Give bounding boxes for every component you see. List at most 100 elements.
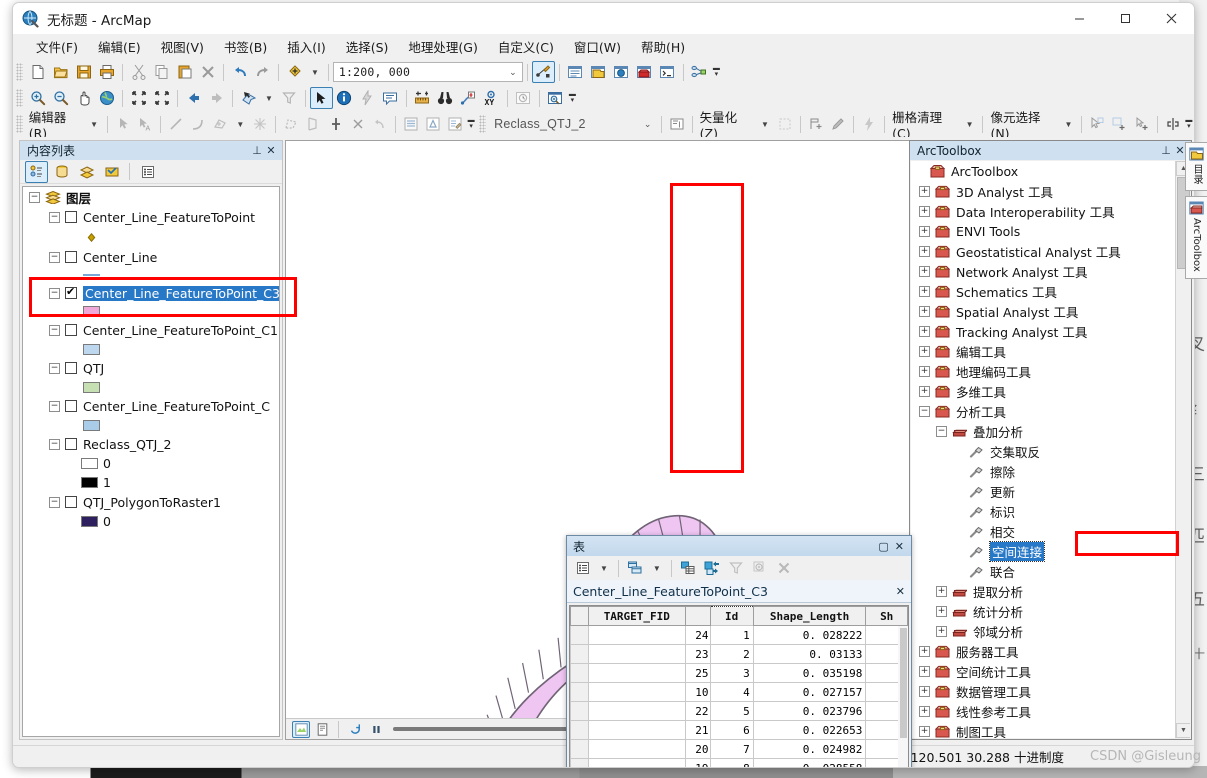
layer-visibility-checkbox[interactable] [65,400,77,412]
expander-icon[interactable]: + [919,346,930,357]
python-window-button[interactable] [656,61,679,83]
menu-insert[interactable]: 插入(I) [278,34,334,59]
expander-icon[interactable]: + [919,366,930,377]
expander-icon[interactable]: − [49,212,60,223]
arctoolbox-tree[interactable]: ArcToolbox +3D Analyst 工具+Data Interoper… [911,161,1190,738]
toolbar-overflow-button[interactable]: ▬▾ [466,113,477,135]
pixel-select-pointer-icon[interactable] [1086,113,1108,135]
vectorize-menu-dropdown[interactable]: ▼ [756,120,774,129]
toolbar-grip[interactable] [16,63,23,81]
attribute-table[interactable]: TARGET_FID Id Shape_Length Sh 2410. 0282… [570,606,908,768]
table-options-dropdown[interactable]: ▼ [595,564,613,573]
arctoolbox-node-6[interactable]: +Spatial Analyst 工具 [911,301,1190,321]
delete-button[interactable] [196,61,219,83]
th-shape-area[interactable]: Sh [866,607,908,626]
delete-selected-icon[interactable] [773,557,796,579]
arctoolbox-node-27[interactable]: +制图工具 [911,721,1190,738]
undo-edit-icon[interactable] [369,113,391,135]
editor-menu-label[interactable]: 编辑器(R) [26,107,85,141]
table-options-icon[interactable] [571,557,594,579]
modelbuilder-button[interactable] [688,61,711,83]
th-shape-length[interactable]: Shape_Length [753,607,866,626]
row-select-cell[interactable] [571,664,589,683]
menu-selection[interactable]: 选择(S) [337,34,398,59]
arctoolbox-button[interactable] [633,61,656,83]
expander-icon[interactable]: + [919,646,930,657]
zoom-out-icon[interactable] [49,87,72,109]
table-filter-icon[interactable] [725,557,748,579]
cell-target-fid-value[interactable]: 24 [685,626,710,645]
cell-shape-length[interactable]: 0. 03133 [753,645,866,664]
layer-name[interactable]: Center_Line_FeatureToPoint_C1 [83,323,278,338]
toc-layer-row[interactable]: − Center_Line_FeatureToPoint_C1 [23,320,279,340]
layer-name[interactable]: QTJ_PolygonToRaster1 [83,495,221,510]
arctoolbox-node-5[interactable]: +Schematics 工具 [911,281,1190,301]
edit-tool-icon[interactable] [112,113,134,135]
curve-segment-icon[interactable] [187,113,209,135]
identify-info-icon[interactable] [333,87,356,109]
row-select-cell[interactable] [571,759,589,769]
clear-selection-icon[interactable] [278,87,301,109]
table-row[interactable]: 2070. 024982 [571,740,908,759]
toc-layer-row[interactable]: − QTJ_PolygonToRaster1 [23,492,279,512]
copy-button[interactable] [150,61,173,83]
toc-layer-row[interactable]: − Center_Line [23,247,279,267]
go-back-extent-icon[interactable] [182,87,205,109]
related-tables-dropdown[interactable]: ▼ [648,564,666,573]
cell-shape-length[interactable]: 0. 028222 [753,626,866,645]
select-features-icon[interactable] [237,87,260,109]
grid-vscroll-thumb[interactable] [900,628,907,738]
measure-ruler-icon[interactable] [411,87,434,109]
paste-button[interactable] [173,61,196,83]
split-tool-icon[interactable] [324,113,346,135]
layout-view-button[interactable] [313,721,331,738]
expander-icon[interactable]: − [49,325,60,336]
list-by-source-icon[interactable] [50,161,73,183]
minimize-button[interactable] [1056,3,1102,34]
fixed-zoom-in-icon[interactable] [127,87,150,109]
arctoolbox-node-10[interactable]: +多维工具 [911,381,1190,401]
menu-customize[interactable]: 自定义(C) [489,34,563,59]
layer-name[interactable]: Center_Line_FeatureToPoint_C3 [83,286,280,301]
pixel-select-dropdown[interactable]: ▼ [1059,120,1077,129]
menu-view[interactable]: 视图(V) [152,34,213,59]
expander-icon[interactable]: + [919,286,930,297]
related-tables-icon[interactable] [624,557,647,579]
arctoolbox-root[interactable]: ArcToolbox [911,161,1190,181]
cell-target-fid-value[interactable]: 23 [685,645,710,664]
attributes-panel-icon[interactable] [400,113,422,135]
arctoolbox-node-18[interactable]: 空间连接 [911,541,1190,561]
arctoolbox-node-21[interactable]: +统计分析 [911,601,1190,621]
menu-bookmarks[interactable]: 书签(B) [215,34,276,59]
cell-target-fid[interactable] [588,645,685,664]
cell-shape-length[interactable]: 0. 022653 [753,721,866,740]
straight-segment-icon[interactable] [165,113,187,135]
expander-icon[interactable]: + [919,306,930,317]
expander-icon[interactable]: − [49,439,60,450]
chevron-down-icon[interactable]: ⌄ [641,119,655,130]
cell-target-fid[interactable] [588,702,685,721]
cell-target-fid[interactable] [588,664,685,683]
arctoolbox-node-25[interactable]: +数据管理工具 [911,681,1190,701]
close-icon[interactable]: ✕ [895,540,907,553]
toc-layer-tree[interactable]: − 图层 − Center_Line_FeatureToPoint [22,186,280,737]
new-document-button[interactable] [26,61,49,83]
expander-icon[interactable]: − [49,288,60,299]
row-select-cell[interactable] [571,721,589,740]
pin-icon[interactable]: ⊥ [1159,144,1173,157]
arctoolbox-node-3[interactable]: +Geostatistical Analyst 工具 [911,241,1190,261]
edit-vertices-icon[interactable] [249,113,271,135]
expander-icon[interactable]: − [49,497,60,508]
arctoolbox-node-list[interactable]: +3D Analyst 工具+Data Interoperability 工具+… [911,181,1190,738]
expander-icon[interactable]: + [919,386,930,397]
toc-root-layers[interactable]: − 图层 [23,187,279,207]
layer-visibility-checkbox[interactable] [65,362,77,374]
cell-target-fid[interactable] [588,683,685,702]
close-icon[interactable]: ✕ [264,144,278,157]
chevron-down-icon[interactable]: ⌄ [506,67,520,78]
cell-shape-length[interactable]: 0. 028558 [753,759,866,769]
full-extent-globe-icon[interactable] [95,87,118,109]
row-select-cell[interactable] [571,683,589,702]
th-blank[interactable] [685,607,710,626]
cell-id[interactable]: 6 [710,721,753,740]
